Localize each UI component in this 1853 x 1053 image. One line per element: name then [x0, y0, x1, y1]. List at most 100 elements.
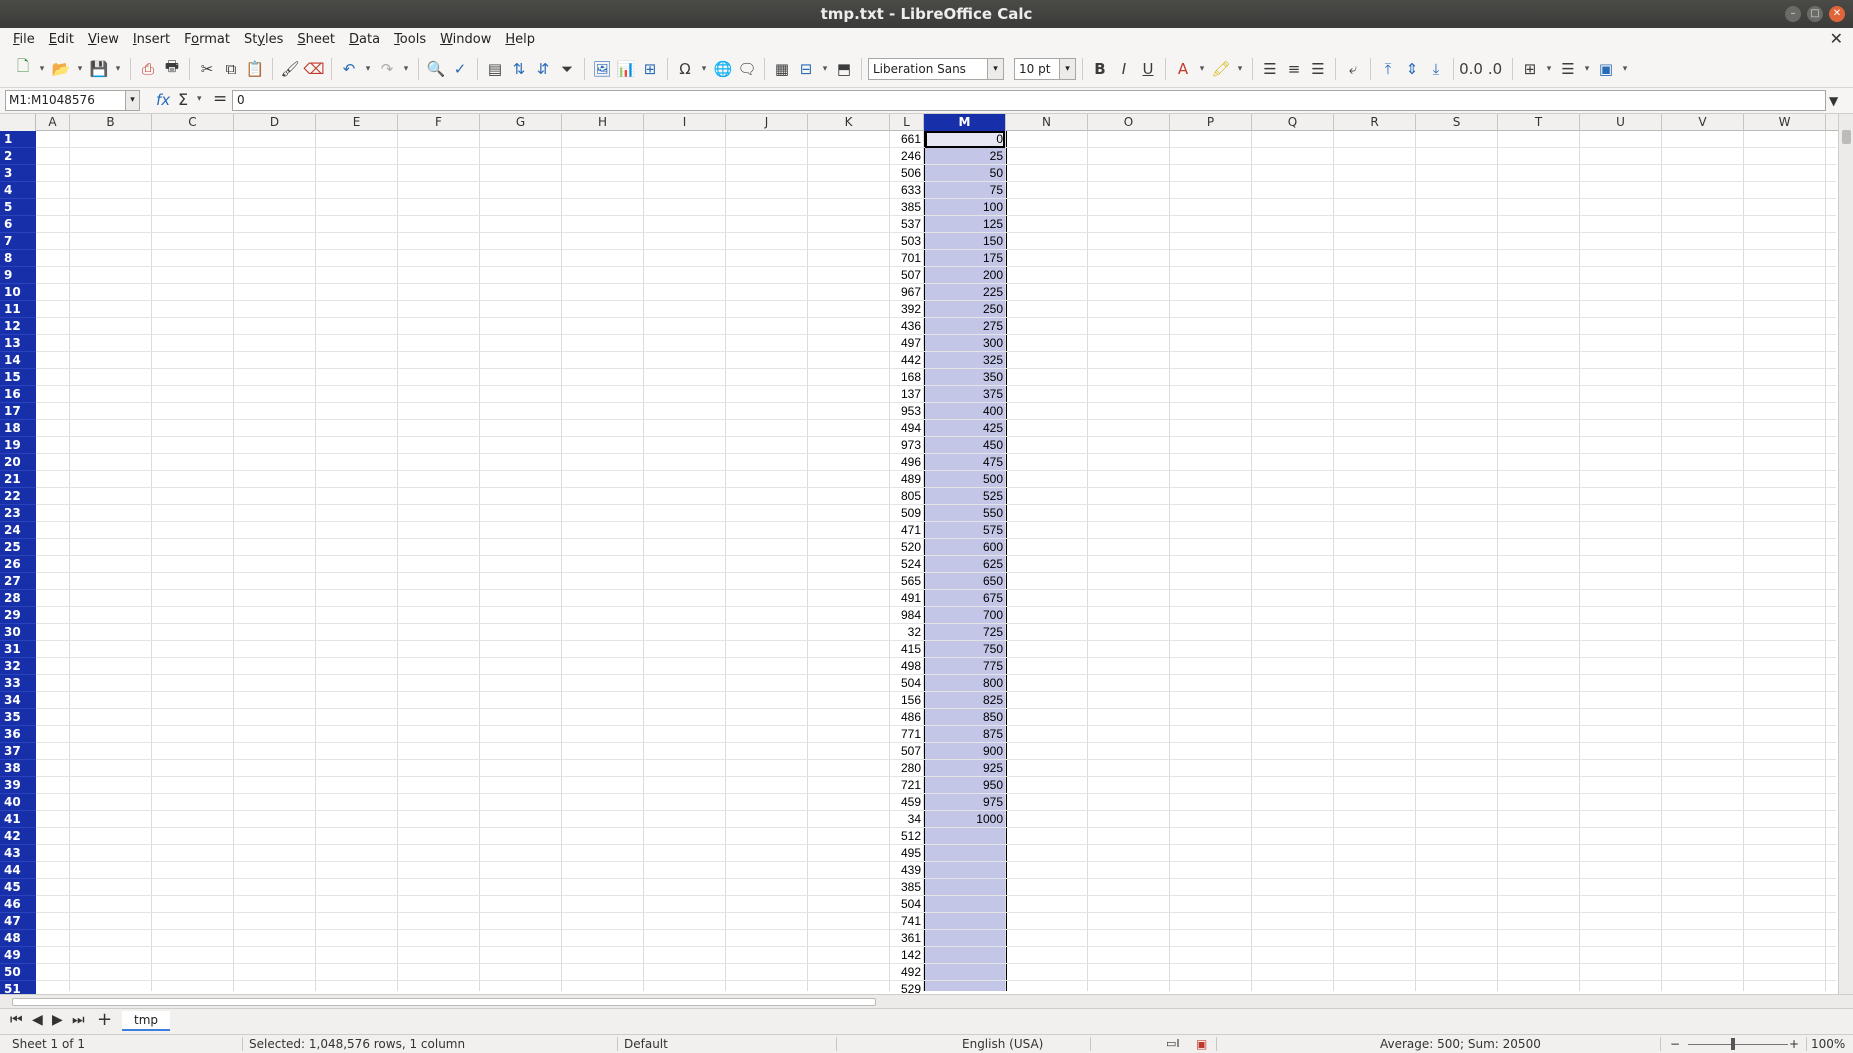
cell-column-m[interactable]: 875 [924, 726, 1005, 743]
row-header[interactable]: 28 [0, 590, 36, 607]
cell-column-l[interactable]: 701 [890, 250, 923, 267]
format-as-number-icon[interactable]: 0.0 [1459, 57, 1483, 81]
cell-column-l[interactable]: 486 [890, 709, 923, 726]
row-header[interactable]: 35 [0, 709, 36, 726]
cell-column-m[interactable]: 700 [924, 607, 1005, 624]
column-header-c[interactable]: C [152, 114, 234, 131]
font-size-dropdown-icon[interactable]: ▾ [1059, 58, 1075, 79]
column-header-g[interactable]: G [480, 114, 562, 131]
cell-column-l[interactable]: 459 [890, 794, 923, 811]
close-document-icon[interactable]: ✕ [1830, 28, 1843, 50]
delete-decimal-icon[interactable]: .0 [1484, 57, 1506, 81]
cell-column-m[interactable]: 200 [924, 267, 1005, 284]
row-header[interactable]: 41 [0, 811, 36, 828]
cell-column-l[interactable]: 506 [890, 165, 923, 182]
minimize-button[interactable]: – [1785, 6, 1801, 22]
column-header-s[interactable]: S [1416, 114, 1498, 131]
selection-mode-icon[interactable]: ▭I [1166, 1035, 1180, 1053]
row-header[interactable]: 51 [0, 981, 36, 994]
redo-dropdown-icon[interactable]: ▾ [400, 57, 412, 81]
page-style[interactable]: Default [624, 1035, 668, 1053]
cell-column-l[interactable]: 385 [890, 879, 923, 896]
cell-column-m[interactable]: 1000 [924, 811, 1005, 828]
row-header[interactable]: 25 [0, 539, 36, 556]
cell-column-m[interactable]: 175 [924, 250, 1005, 267]
select-all-corner[interactable] [0, 114, 36, 131]
align-bottom-icon[interactable]: ⤓ [1425, 57, 1447, 81]
menu-file[interactable]: File [6, 32, 42, 47]
row-header[interactable]: 7 [0, 233, 36, 250]
new-document-icon[interactable]: 🗋 [12, 57, 34, 81]
save-icon[interactable]: 💾 [88, 57, 110, 81]
column-header-q[interactable]: Q [1252, 114, 1334, 131]
cell-column-m[interactable]: 100 [924, 199, 1005, 216]
language[interactable]: English (USA) [962, 1035, 1043, 1053]
sort-ascending-icon[interactable]: ⇅ [508, 57, 530, 81]
cell-column-m[interactable]: 500 [924, 471, 1005, 488]
row-header[interactable]: 50 [0, 964, 36, 981]
cell-column-m[interactable]: 275 [924, 318, 1005, 335]
row-header[interactable]: 29 [0, 607, 36, 624]
column-header-d[interactable]: D [234, 114, 316, 131]
cell-column-l[interactable]: 492 [890, 964, 923, 981]
bold-button[interactable]: B [1089, 57, 1111, 81]
cell-column-l[interactable]: 953 [890, 403, 923, 420]
row-header[interactable]: 48 [0, 930, 36, 947]
cell-column-l[interactable]: 34 [890, 811, 923, 828]
close-window-button[interactable]: ✕ [1829, 6, 1845, 22]
row-header[interactable]: 32 [0, 658, 36, 675]
sum-icon[interactable]: Σ [178, 90, 188, 109]
row-header[interactable]: 18 [0, 420, 36, 437]
add-sheet-icon[interactable]: + [97, 1009, 112, 1030]
cell-column-m[interactable]: 625 [924, 556, 1005, 573]
cell-column-l[interactable]: 168 [890, 369, 923, 386]
row-header[interactable]: 24 [0, 522, 36, 539]
cell-column-m[interactable]: 775 [924, 658, 1005, 675]
font-color-dropdown-icon[interactable]: ▾ [1196, 57, 1208, 81]
cell-column-m[interactable]: 850 [924, 709, 1005, 726]
function-wizard-icon[interactable]: fx [156, 91, 170, 109]
cell-column-m[interactable]: 975 [924, 794, 1005, 811]
cell-column-m[interactable]: 25 [924, 148, 1005, 165]
cell-column-l[interactable]: 392 [890, 301, 923, 318]
spelling-icon[interactable]: ✓ [449, 57, 471, 81]
column-header-k[interactable]: K [808, 114, 890, 131]
cell-column-l[interactable]: 721 [890, 777, 923, 794]
row-header[interactable]: 49 [0, 947, 36, 964]
cell-column-m[interactable]: 325 [924, 352, 1005, 369]
cell-column-l[interactable]: 503 [890, 233, 923, 250]
cell-column-l[interactable]: 494 [890, 420, 923, 437]
special-character-icon[interactable]: Ω [674, 57, 696, 81]
aggregate-info[interactable]: Average: 500; Sum: 20500 [1380, 1035, 1541, 1053]
open-dropdown-icon[interactable]: ▾ [74, 57, 86, 81]
wrap-text-icon[interactable]: ⤶ [1342, 57, 1364, 81]
cell-column-m[interactable]: 800 [924, 675, 1005, 692]
column-header-n[interactable]: N [1006, 114, 1088, 131]
cell-column-m[interactable]: 75 [924, 182, 1005, 199]
row-header[interactable]: 4 [0, 182, 36, 199]
menu-styles[interactable]: Styles [237, 32, 290, 47]
cell-column-l[interactable]: 439 [890, 862, 923, 879]
row-header[interactable]: 36 [0, 726, 36, 743]
print-icon[interactable]: 🖶 [161, 57, 183, 81]
menu-format[interactable]: Format [177, 32, 237, 47]
copy-icon[interactable]: ⧉ [220, 57, 242, 81]
row-header[interactable]: 15 [0, 369, 36, 386]
cell-column-m[interactable]: 900 [924, 743, 1005, 760]
font-color-icon[interactable]: A [1172, 57, 1194, 81]
cell-column-l[interactable]: 661 [890, 131, 923, 148]
row-header[interactable]: 6 [0, 216, 36, 233]
cell-column-l[interactable]: 507 [890, 743, 923, 760]
formula-input[interactable]: 0 [232, 90, 1826, 111]
previous-sheet-icon[interactable]: ◀ [32, 1012, 43, 1028]
row-header[interactable]: 14 [0, 352, 36, 369]
cell-column-m[interactable]: 550 [924, 505, 1005, 522]
menu-tools[interactable]: Tools [387, 32, 433, 47]
hyperlink-icon[interactable]: 🌐 [712, 57, 734, 81]
cell-column-l[interactable]: 805 [890, 488, 923, 505]
font-size-combo[interactable]: 10 pt ▾ [1014, 57, 1076, 80]
spreadsheet-grid[interactable]: ABCDEFGHIJKLMNOPQRSTUVW 1 2 3 4 5 6 7 8 9 10 11 12 1… [0, 114, 1853, 994]
cell-column-m[interactable]: 300 [924, 335, 1005, 352]
split-window-icon[interactable]: ⬒ [833, 57, 855, 81]
freeze-dropdown-icon[interactable]: ▾ [819, 57, 831, 81]
